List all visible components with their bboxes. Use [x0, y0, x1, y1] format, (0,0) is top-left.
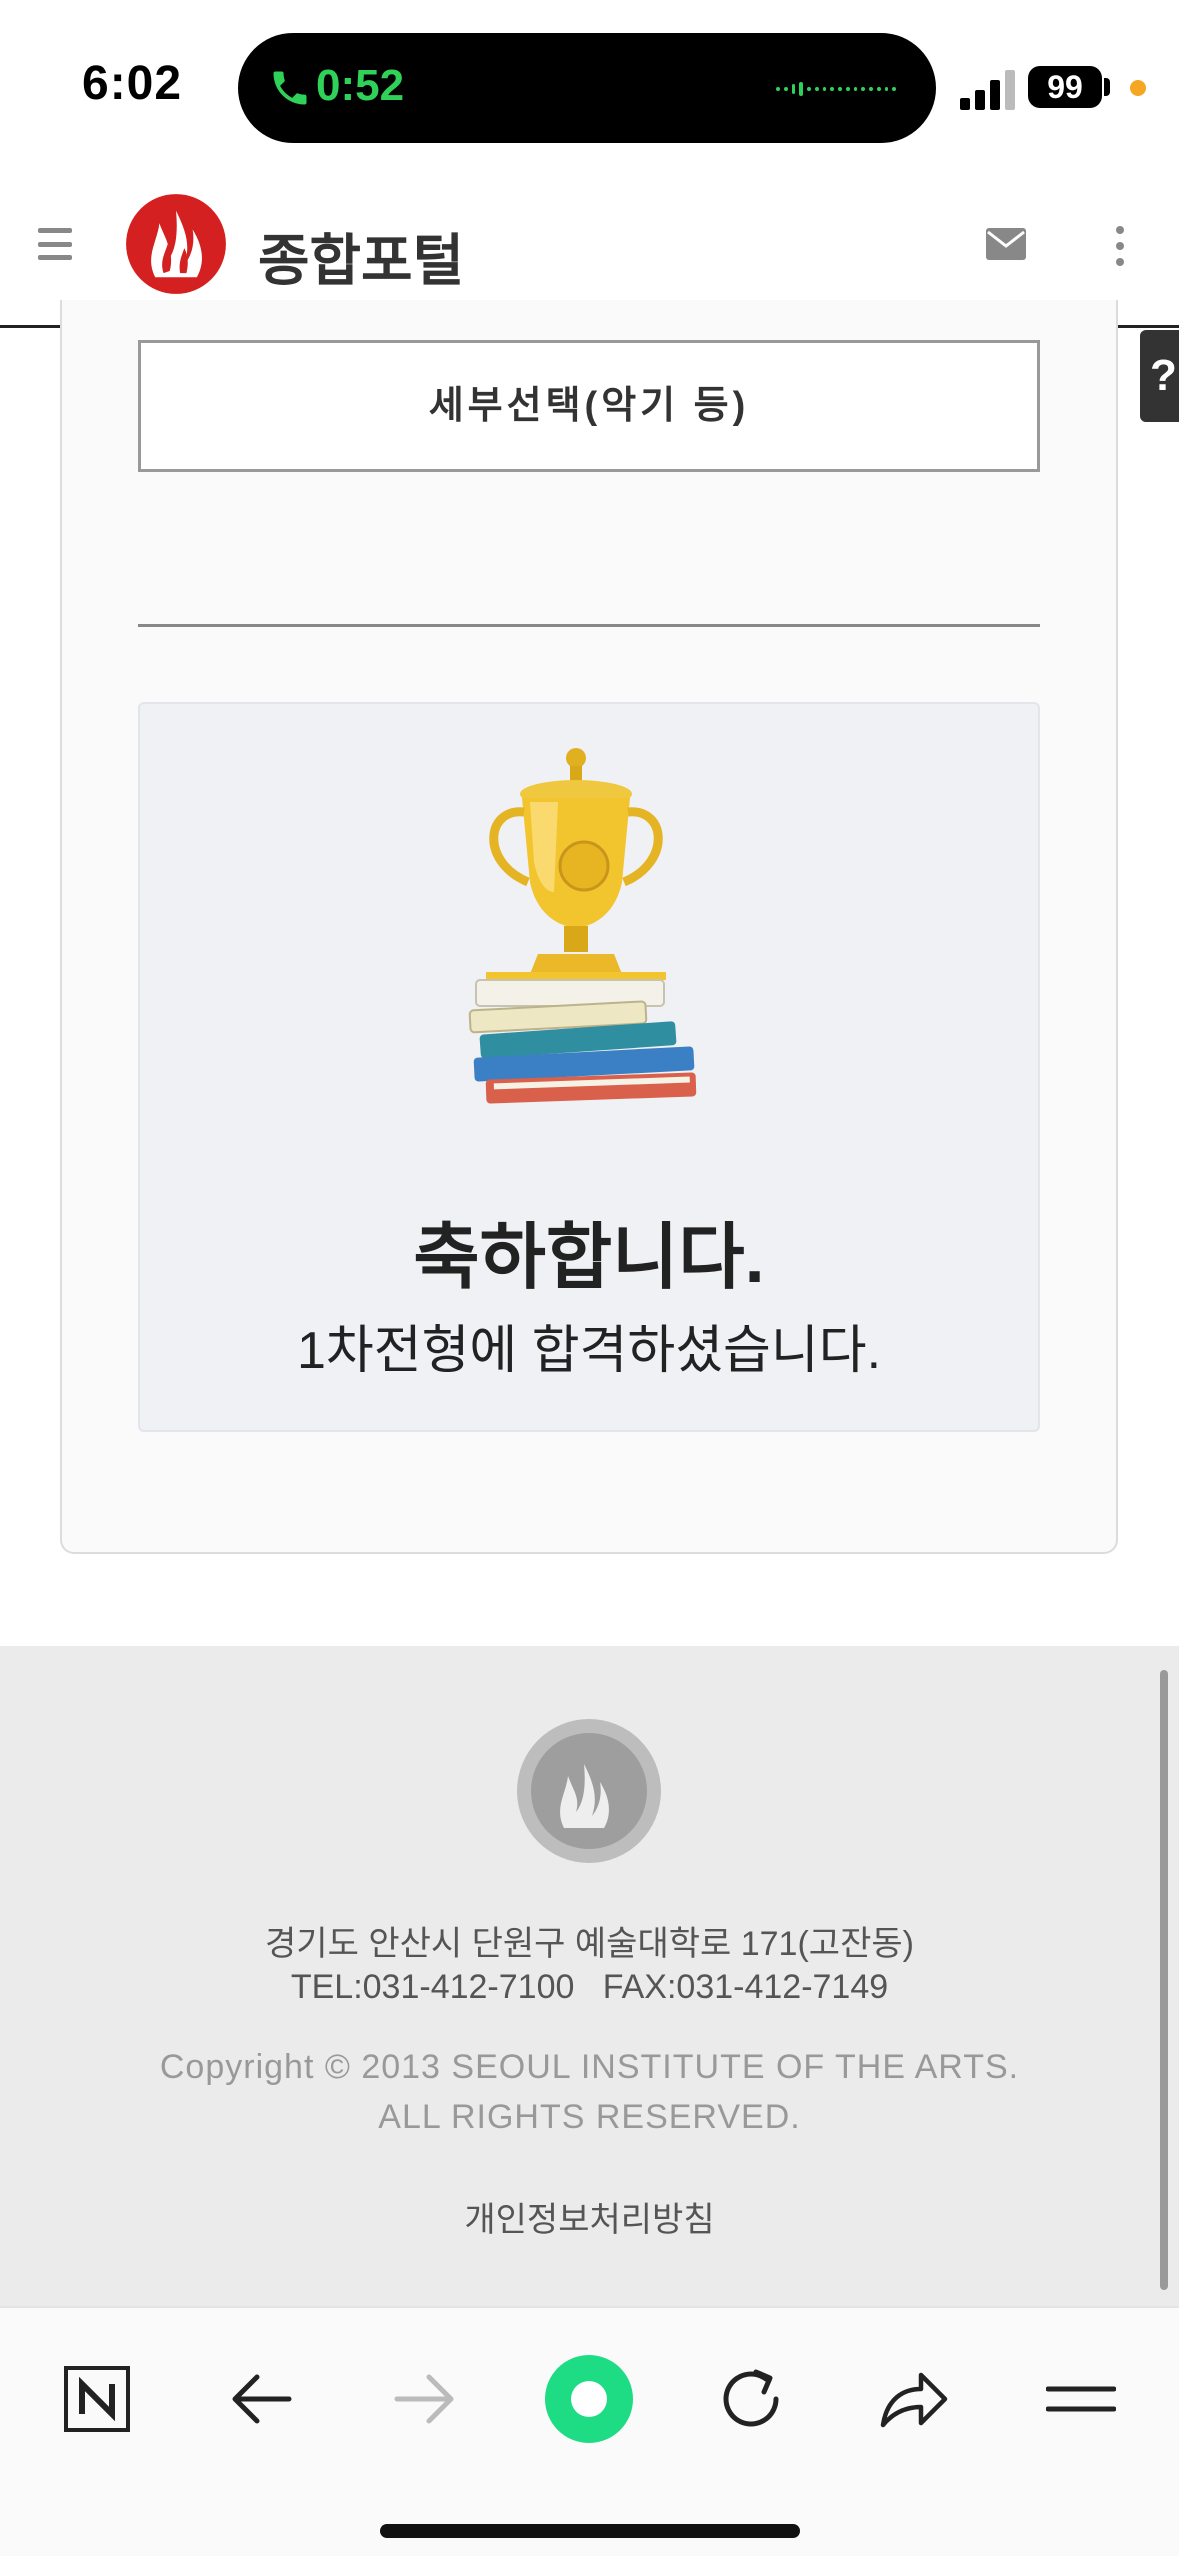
result-panel: 축하합니다. 1차전형에 합격하셨습니다. — [138, 702, 1040, 1432]
section-divider — [138, 624, 1040, 627]
footer-contact: TEL:031-412-7100 FAX:031-412-7149 — [290, 1968, 889, 2006]
share-icon[interactable] — [868, 2354, 958, 2444]
help-button[interactable]: ? — [1140, 330, 1179, 422]
reload-icon[interactable] — [706, 2354, 796, 2444]
battery-tip — [1104, 78, 1110, 96]
status-bar: 6:02 0:52 99 — [0, 0, 1179, 170]
cellular-signal-icon — [960, 70, 1015, 110]
menu-icon[interactable] — [1036, 2354, 1126, 2444]
footer-copyright: Copyright © 2013 SEOUL INSTITUTE OF THE … — [0, 2042, 1179, 2142]
privacy-indicator-dot — [1130, 80, 1146, 96]
back-icon[interactable] — [216, 2354, 306, 2444]
detail-select-button[interactable]: 세부선택(악기 등) — [138, 340, 1040, 472]
school-seal-icon — [517, 1719, 661, 1863]
copyright-line-2: ALL RIGHTS RESERVED. — [378, 2098, 801, 2136]
copyright-line-1: Copyright © 2013 SEOUL INSTITUTE OF THE … — [159, 2048, 1020, 2086]
footer-address: 경기도 안산시 단원구 예술대학로 171(고잔동) — [265, 1925, 914, 1963]
browser-toolbar — [0, 2306, 1179, 2556]
home-indicator[interactable] — [380, 2524, 800, 2538]
privacy-policy-link[interactable]: 개인정보처리방침 — [0, 2192, 1179, 2241]
portal-title: 종합포털 — [258, 229, 465, 292]
dynamic-island[interactable]: 0:52 — [238, 33, 936, 143]
status-time: 6:02 — [82, 57, 183, 110]
phone-icon — [273, 71, 307, 105]
green-dot-icon[interactable] — [544, 2354, 634, 2444]
call-timer: 0:52 — [316, 61, 405, 110]
battery-indicator: 99 — [1028, 66, 1102, 108]
forward-icon[interactable] — [380, 2354, 470, 2444]
more-options-icon[interactable] — [1108, 226, 1132, 266]
congrats-heading: 축하합니다. — [413, 1218, 765, 1298]
hamburger-menu-icon[interactable] — [38, 228, 72, 260]
school-logo-icon[interactable] — [124, 192, 228, 296]
page-scrollbar[interactable] — [1160, 1670, 1168, 2290]
audio-waveform-icon — [776, 81, 896, 97]
naver-icon[interactable] — [52, 2354, 142, 2444]
mail-icon[interactable] — [986, 228, 1026, 260]
pass-message: 1차전형에 합격하셨습니다. — [296, 1322, 882, 1380]
trophy-on-books-image — [468, 748, 697, 1104]
footer: 경기도 안산시 단원구 예술대학로 171(고잔동) TEL:031-412-7… — [0, 1646, 1179, 2306]
